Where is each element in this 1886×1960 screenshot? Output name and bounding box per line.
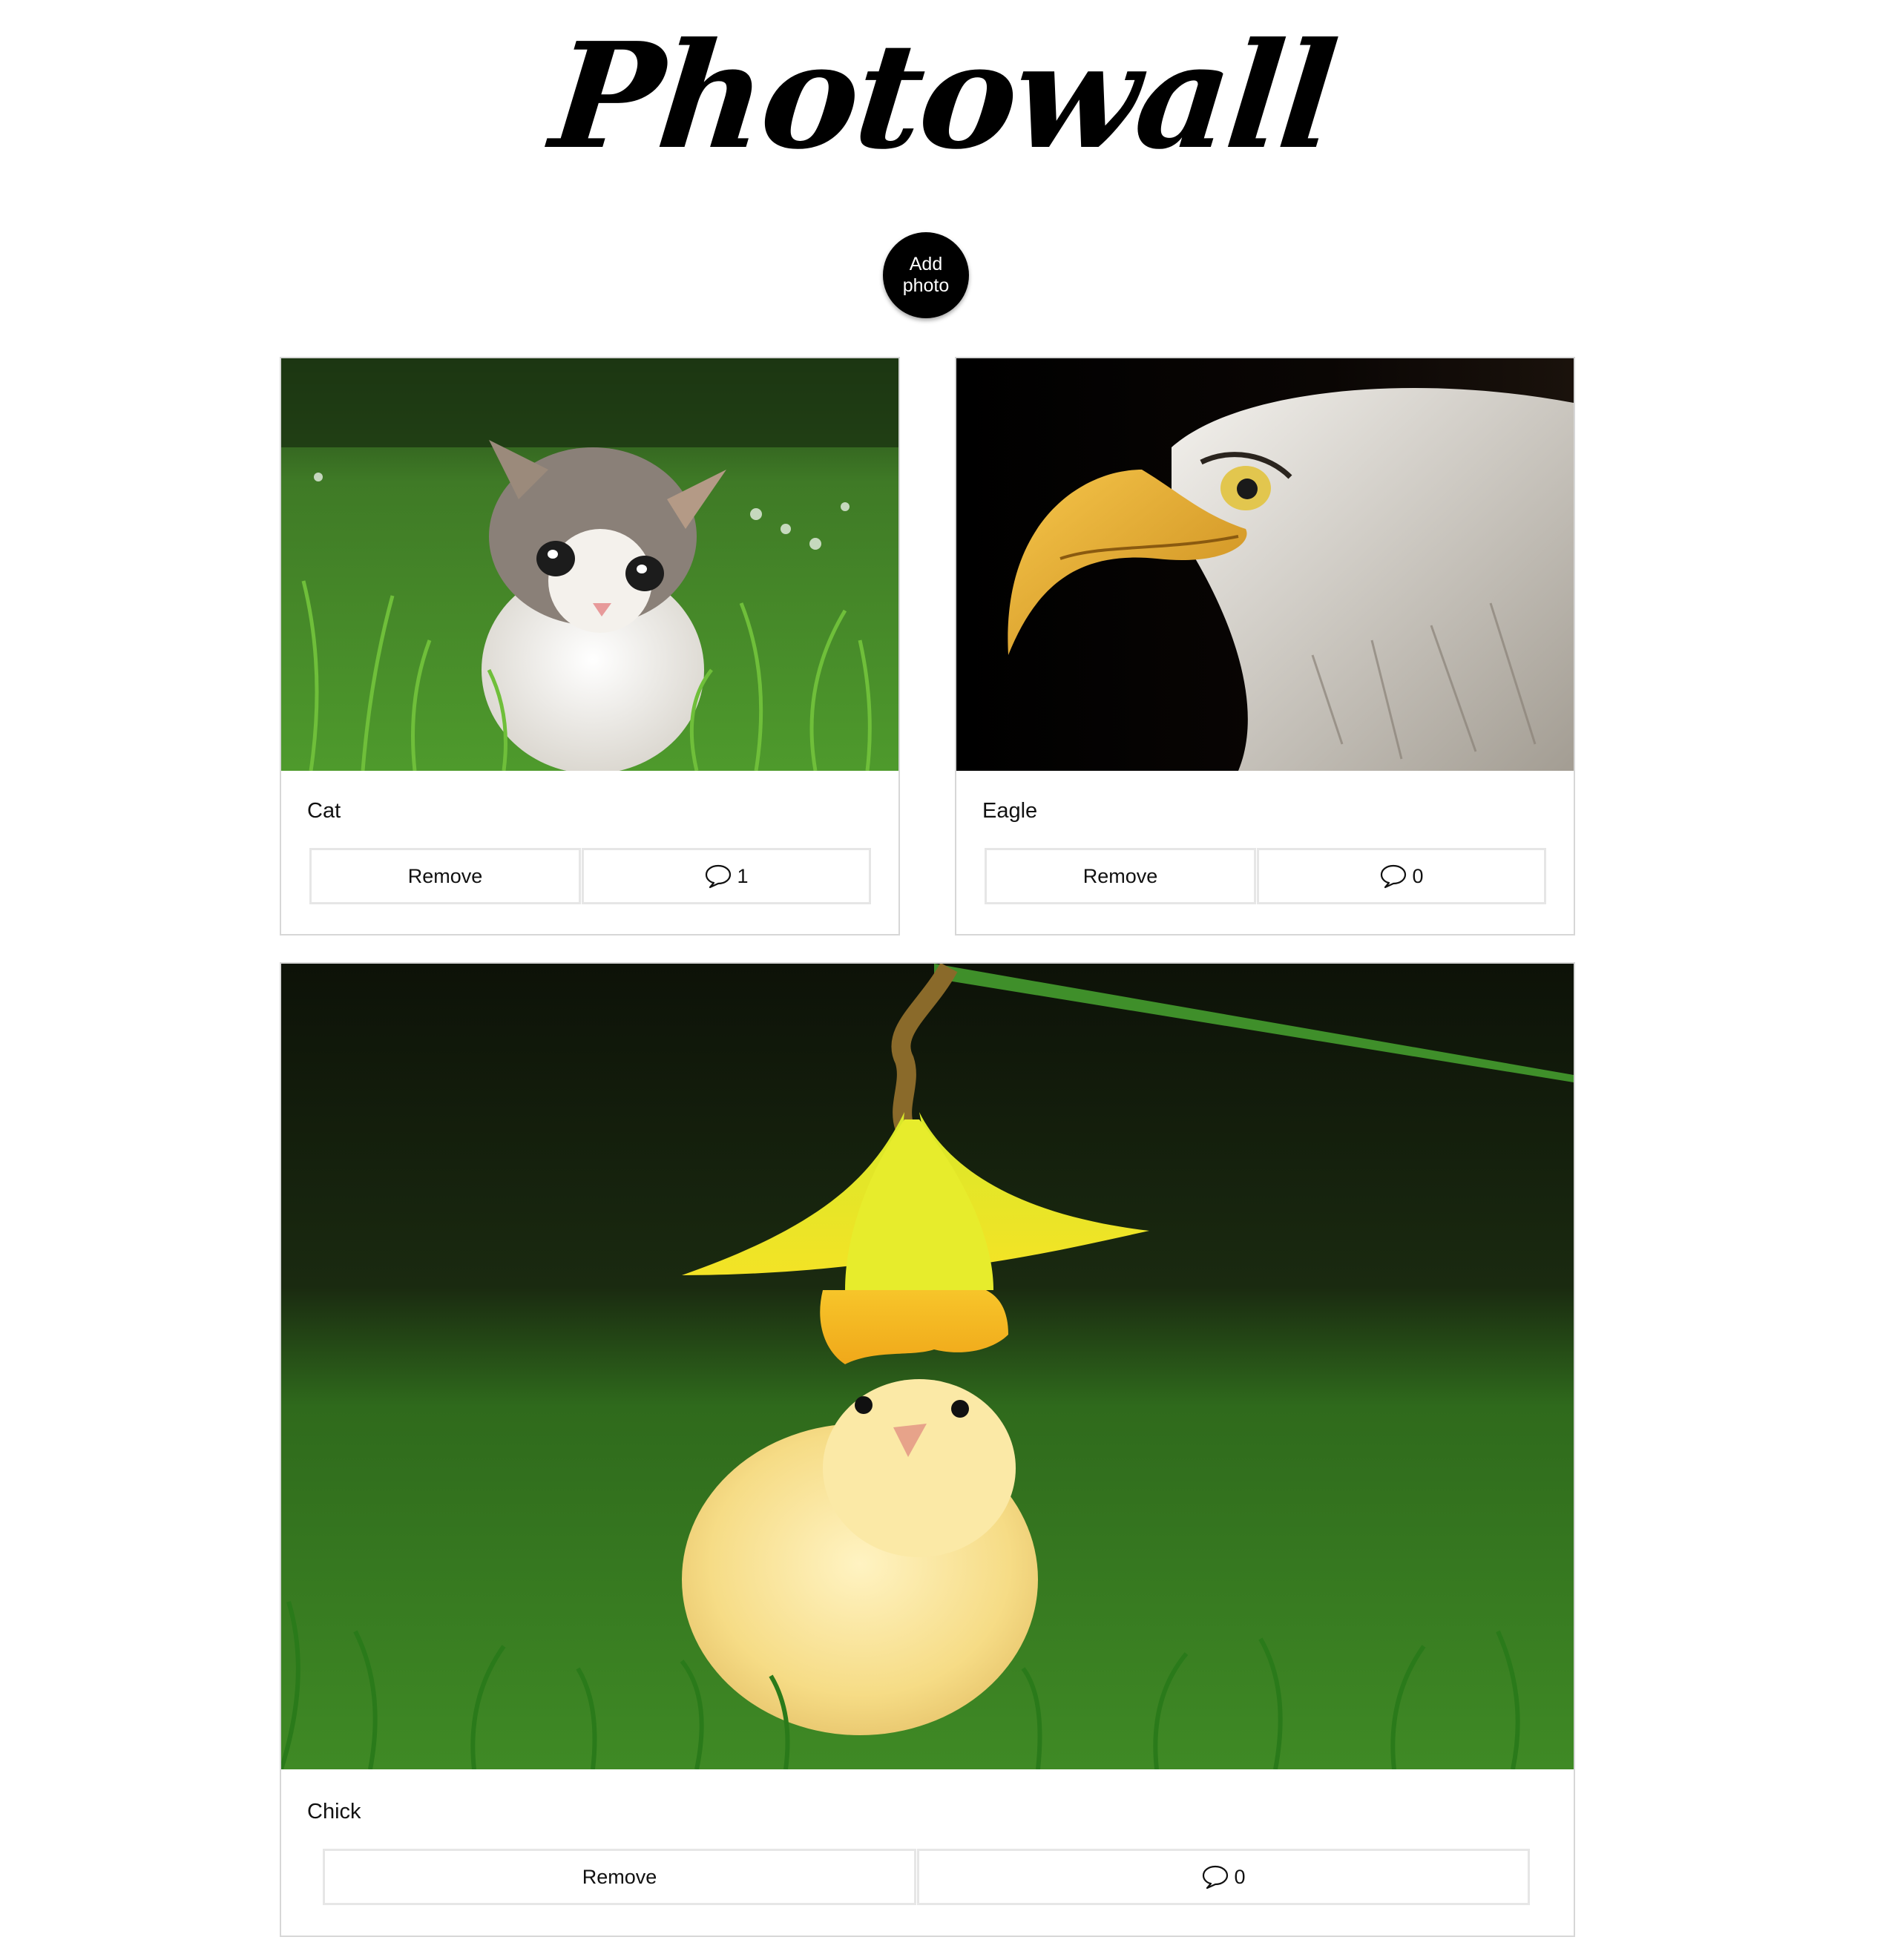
speech-bubble-icon [1201, 1864, 1229, 1890]
eagle-photo[interactable] [956, 358, 1574, 771]
comments-button[interactable]: 0 [917, 1849, 1530, 1905]
remove-button[interactable]: Remove [323, 1849, 916, 1905]
speech-bubble-icon [1379, 864, 1407, 889]
cat-photo[interactable] [281, 358, 898, 771]
comment-count: 1 [737, 864, 749, 887]
speech-bubble-icon [704, 864, 732, 889]
comments-button[interactable]: 0 [1257, 848, 1546, 904]
photo-caption: Chick [307, 1800, 361, 1823]
comment-count: 0 [1412, 864, 1424, 887]
comments-button[interactable]: 1 [582, 848, 871, 904]
page-title: Photowall [544, 11, 1342, 182]
comment-count: 0 [1234, 1865, 1246, 1888]
photo-caption: Cat [307, 799, 341, 823]
remove-button[interactable]: Remove [309, 848, 581, 904]
photo-card: Chick Remove 0 [280, 962, 1575, 1937]
chick-photo[interactable] [281, 964, 1574, 1769]
photo-card: Cat Remove 1 [280, 357, 900, 935]
remove-button[interactable]: Remove [985, 848, 1256, 904]
add-photo-button[interactable]: Add photo [883, 232, 969, 318]
photo-caption: Eagle [982, 799, 1038, 823]
photo-card: Eagle Remove 0 [955, 357, 1575, 935]
